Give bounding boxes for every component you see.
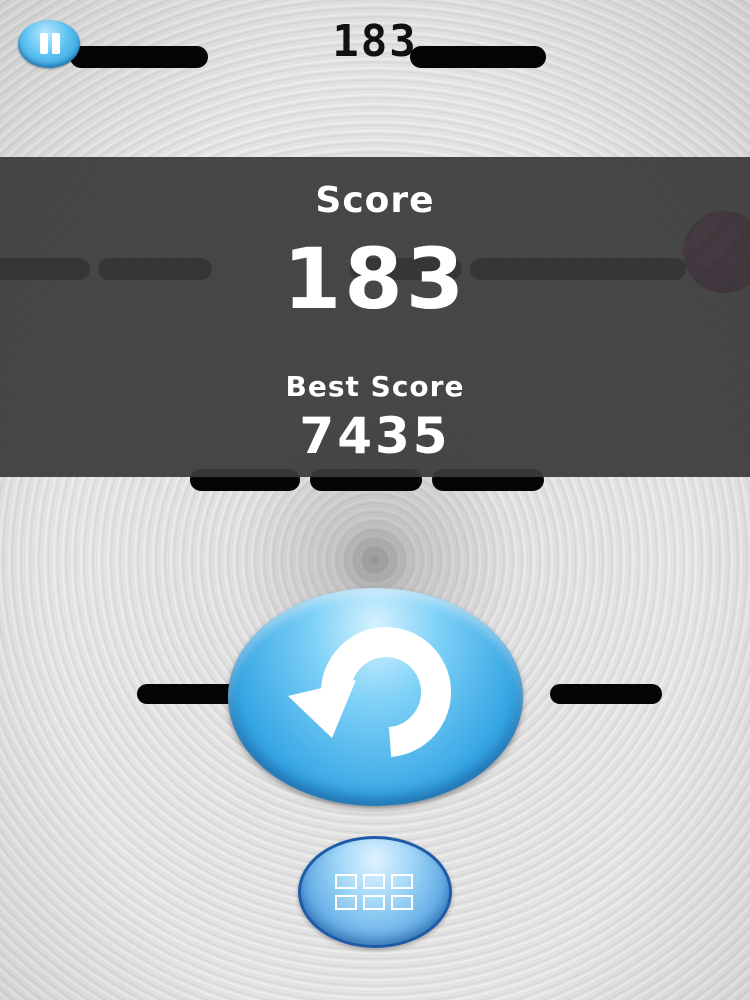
pause-icon xyxy=(40,33,48,54)
levels-menu-button[interactable] xyxy=(298,836,452,948)
current-score: 183 xyxy=(332,16,418,67)
game-screen: Score 183 Best Score 7435 183 xyxy=(0,0,750,1000)
restart-arrow-icon xyxy=(288,627,451,757)
pause-icon xyxy=(52,33,60,54)
score-label: Score xyxy=(315,180,435,221)
restart-button[interactable] xyxy=(228,588,523,806)
best-score-value: 7435 xyxy=(299,407,451,465)
score-value: 183 xyxy=(282,230,468,328)
obstacle-bar xyxy=(550,684,662,704)
pause-button[interactable] xyxy=(18,20,80,68)
best-score-label: Best Score xyxy=(285,370,465,403)
